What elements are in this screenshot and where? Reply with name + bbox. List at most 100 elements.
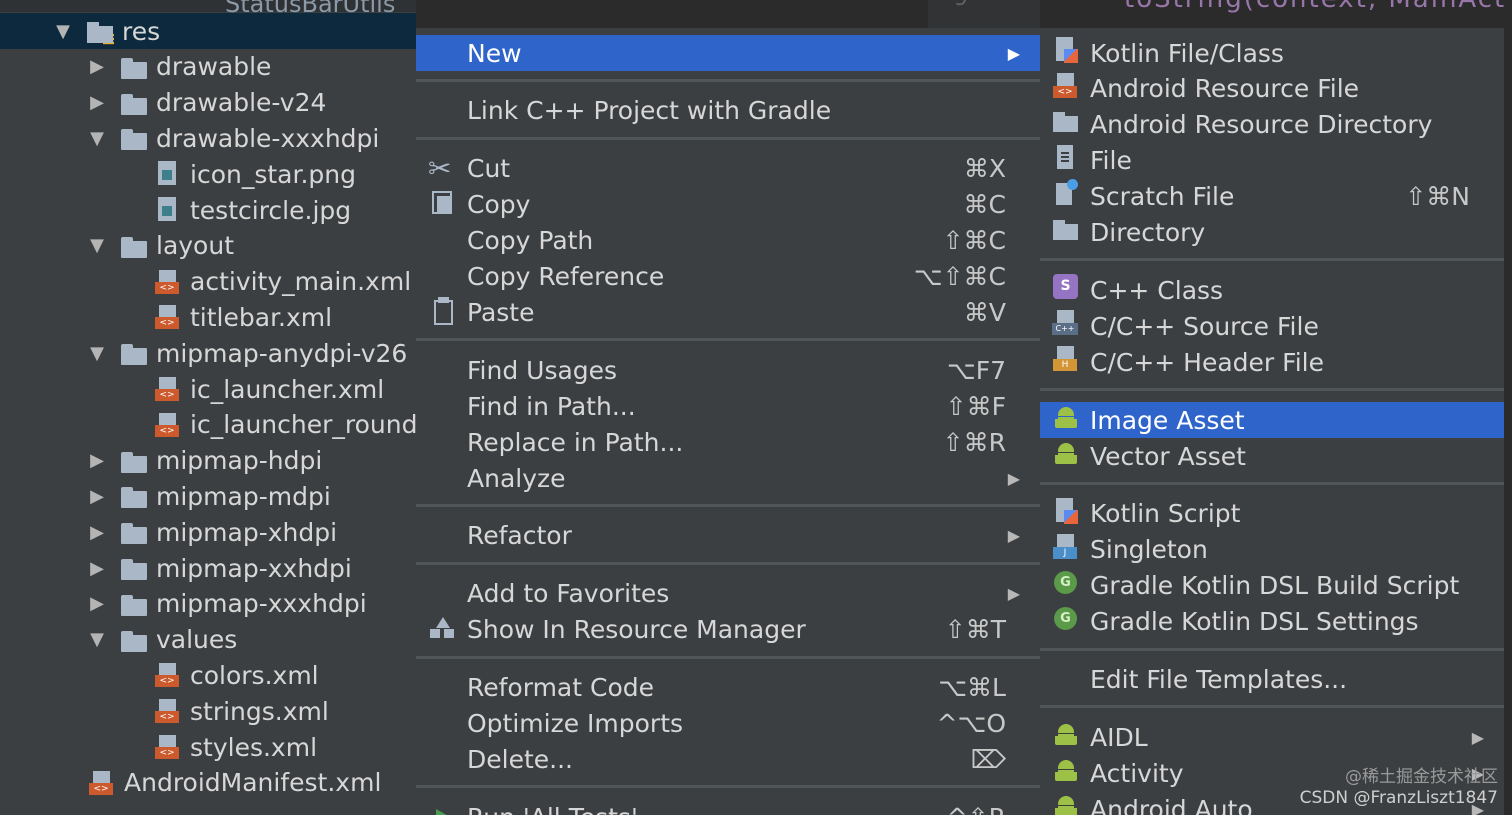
image-file-icon	[154, 160, 182, 188]
expand-arrow-icon[interactable]: ▼	[54, 21, 72, 42]
tree-item-label: testcircle.jpg	[190, 195, 352, 225]
tree-item-mipmap-xhdpi[interactable]: ▶ mipmap-xhdpi	[0, 514, 416, 550]
menu-item-directory[interactable]: Directory	[1040, 215, 1504, 251]
tree-item-androidmanifest-xml[interactable]: AndroidManifest.xml	[0, 765, 416, 801]
collapse-arrow-icon[interactable]: ▶	[88, 593, 106, 614]
menu-shortcut: ⌘V	[963, 297, 1006, 327]
project-tree: StatusBarUtils ▼ res ▶ drawable ▶ drawable-v2…	[0, 0, 416, 815]
expand-arrow-icon[interactable]: ▼	[88, 629, 106, 650]
menu-item-edit-file-templates[interactable]: Edit File Templates...	[1040, 662, 1504, 698]
tree-item-mipmap-xxhdpi[interactable]: ▶ mipmap-xxhdpi	[0, 550, 416, 586]
expand-arrow-icon[interactable]: ▼	[88, 235, 106, 256]
tree-item-testcircle-jpg[interactable]: testcircle.jpg	[0, 192, 416, 228]
menu-item-run-all-tests[interactable]: Run 'All Tests'^⇧R	[416, 799, 1040, 815]
menu-item-c-class[interactable]: C++ Class	[1040, 272, 1504, 308]
menu-item-optimize-imports[interactable]: Optimize Imports ^⌥O	[416, 706, 1040, 742]
paste-icon	[426, 294, 464, 330]
menu-separator	[416, 655, 1040, 659]
menu-item-android-resource-directory[interactable]: Android Resource Directory	[1040, 107, 1504, 143]
collapse-arrow-icon[interactable]: ▶	[88, 486, 106, 507]
menu-item-scratch-file[interactable]: Scratch File ⇧⌘N	[1040, 178, 1504, 215]
menu-item-image-asset[interactable]: Image Asset	[1040, 402, 1504, 439]
tree-item-ic-launcher-xml[interactable]: ic_launcher.xml	[0, 371, 416, 407]
menu-item-label: C/C++ Source File	[1090, 311, 1319, 341]
tree-item-label: res	[122, 16, 161, 46]
menu-item-cut[interactable]: Cut ⌘X	[416, 151, 1040, 187]
menu-item-analyze[interactable]: Analyze ▶	[416, 460, 1040, 496]
menu-item-paste[interactable]: Paste ⌘V	[416, 294, 1040, 330]
menu-item-file[interactable]: File	[1040, 143, 1504, 179]
menu-item-android-resource-file[interactable]: Android Resource File	[1040, 71, 1504, 107]
collapse-arrow-icon[interactable]: ▶	[88, 522, 106, 543]
collapse-arrow-icon[interactable]: ▶	[88, 92, 106, 113]
menu-item-c-c-source-file[interactable]: C/C++ Source File	[1040, 308, 1504, 344]
expand-arrow-icon[interactable]: ▼	[88, 128, 106, 149]
menu-item-kotlin-file-class[interactable]: Kotlin File/Class	[1040, 35, 1504, 71]
menu-item-label: Gradle Kotlin DSL Build Script	[1090, 571, 1460, 601]
tree-item-res[interactable]: ▼ res	[0, 13, 416, 49]
menu-item-gradle-kotlin-dsl-settings[interactable]: Gradle Kotlin DSL Settings	[1040, 604, 1504, 640]
tree-item-styles-xml[interactable]: styles.xml	[0, 729, 416, 765]
folder-icon	[120, 447, 148, 475]
tree-item-ic-launcher-round[interactable]: ic_launcher_round.	[0, 407, 416, 443]
collapse-arrow-icon[interactable]: ▶	[88, 558, 106, 579]
menu-separator	[416, 561, 1040, 565]
tree-item-label: layout	[156, 231, 235, 261]
android-icon	[1052, 719, 1090, 755]
tree-item-activity-main-xml[interactable]: activity_main.xml	[0, 264, 416, 300]
tree-item-mipmap-anydpi-v26[interactable]: ▼ mipmap-anydpi-v26	[0, 335, 416, 371]
menu-shortcut: ^⇧R	[947, 803, 1040, 815]
menu-icon-placeholder	[426, 259, 464, 295]
menu-item-singleton[interactable]: Singleton	[1040, 532, 1504, 568]
menu-separator	[416, 78, 1040, 82]
menu-item-aidl[interactable]: AIDL ▶	[1040, 719, 1504, 755]
menu-shortcut: ⇧⌘N	[1405, 182, 1470, 212]
menu-item-refactor[interactable]: Refactor ▶	[416, 518, 1040, 554]
xml-file-icon	[88, 769, 116, 797]
tree-item-strings-xml[interactable]: strings.xml	[0, 693, 416, 729]
collapse-arrow-icon[interactable]: ▶	[88, 450, 106, 471]
tree-item-icon-star-png[interactable]: icon_star.png	[0, 156, 416, 192]
gradle-icon	[1052, 568, 1090, 604]
menu-item-replace-in-path[interactable]: Replace in Path... ⇧⌘R	[416, 424, 1040, 460]
menu-item-copy-path[interactable]: Copy Path ⇧⌘C	[416, 223, 1040, 259]
menu-item-copy[interactable]: Copy ⌘C	[416, 187, 1040, 223]
singleton-icon	[1052, 532, 1090, 568]
menu-item-new[interactable]: New ▶	[416, 35, 1040, 71]
menu-shortcut: ^⌥O	[936, 709, 1006, 738]
editor-background: toString(context, MainAct	[1040, 0, 1512, 28]
menu-item-c-c-header-file[interactable]: C/C++ Header File	[1040, 344, 1504, 380]
menu-item-show-in-resource-manager[interactable]: Show In Resource Manager ⇧⌘T	[416, 612, 1040, 648]
tree-item-layout[interactable]: ▼ layout	[0, 228, 416, 264]
menu-item-reformat-code[interactable]: Reformat Code ⌥⌘L	[416, 670, 1040, 706]
submenu-arrow-icon: ▶	[1007, 526, 1020, 546]
tree-item-colors-xml[interactable]: colors.xml	[0, 657, 416, 693]
menu-item-vector-asset[interactable]: Vector Asset	[1040, 438, 1504, 474]
tree-item-titlebar-xml[interactable]: titlebar.xml	[0, 299, 416, 335]
menu-item-label: Reformat Code	[467, 673, 654, 703]
tree-item-label: mipmap-xhdpi	[156, 517, 338, 547]
tree-item-drawable-xxxhdpi[interactable]: ▼ drawable-xxxhdpi	[0, 120, 416, 156]
menu-item-find-usages[interactable]: Find Usages ⌥F7	[416, 352, 1040, 388]
tree-item-values[interactable]: ▼ values	[0, 622, 416, 658]
tree-item-drawable-v24[interactable]: ▶ drawable-v24	[0, 85, 416, 121]
collapse-arrow-icon[interactable]: ▶	[88, 56, 106, 77]
menu-separator	[416, 503, 1040, 507]
tree-item-label: drawable-xxxhdpi	[156, 123, 380, 153]
expand-arrow-icon[interactable]: ▼	[88, 343, 106, 364]
menu-item-label: Paste	[467, 297, 535, 327]
menu-item-delete[interactable]: Delete... ⌦	[416, 741, 1040, 777]
menu-item-label: Singleton	[1090, 535, 1208, 565]
tree-item-drawable[interactable]: ▶ drawable	[0, 49, 416, 85]
menu-item-gradle-kotlin-dsl-build-script[interactable]: Gradle Kotlin DSL Build Script	[1040, 568, 1504, 604]
xml-file-icon	[154, 733, 182, 761]
menu-item-find-in-path[interactable]: Find in Path... ⇧⌘F	[416, 388, 1040, 424]
tree-item-mipmap-xxxhdpi[interactable]: ▶ mipmap-xxxhdpi	[0, 586, 416, 622]
tree-item-mipmap-mdpi[interactable]: ▶ mipmap-mdpi	[0, 478, 416, 514]
submenu-arrow-icon: ▶	[1007, 43, 1020, 63]
menu-item-kotlin-script[interactable]: Kotlin Script	[1040, 496, 1504, 532]
menu-item-copy-reference[interactable]: Copy Reference ⌥⇧⌘C	[416, 259, 1040, 295]
tree-item-mipmap-hdpi[interactable]: ▶ mipmap-hdpi	[0, 443, 416, 479]
menu-item-link-c-project-with-gradle[interactable]: Link C++ Project with Gradle	[416, 93, 1040, 129]
menu-item-add-to-favorites[interactable]: Add to Favorites ▶	[416, 576, 1040, 612]
